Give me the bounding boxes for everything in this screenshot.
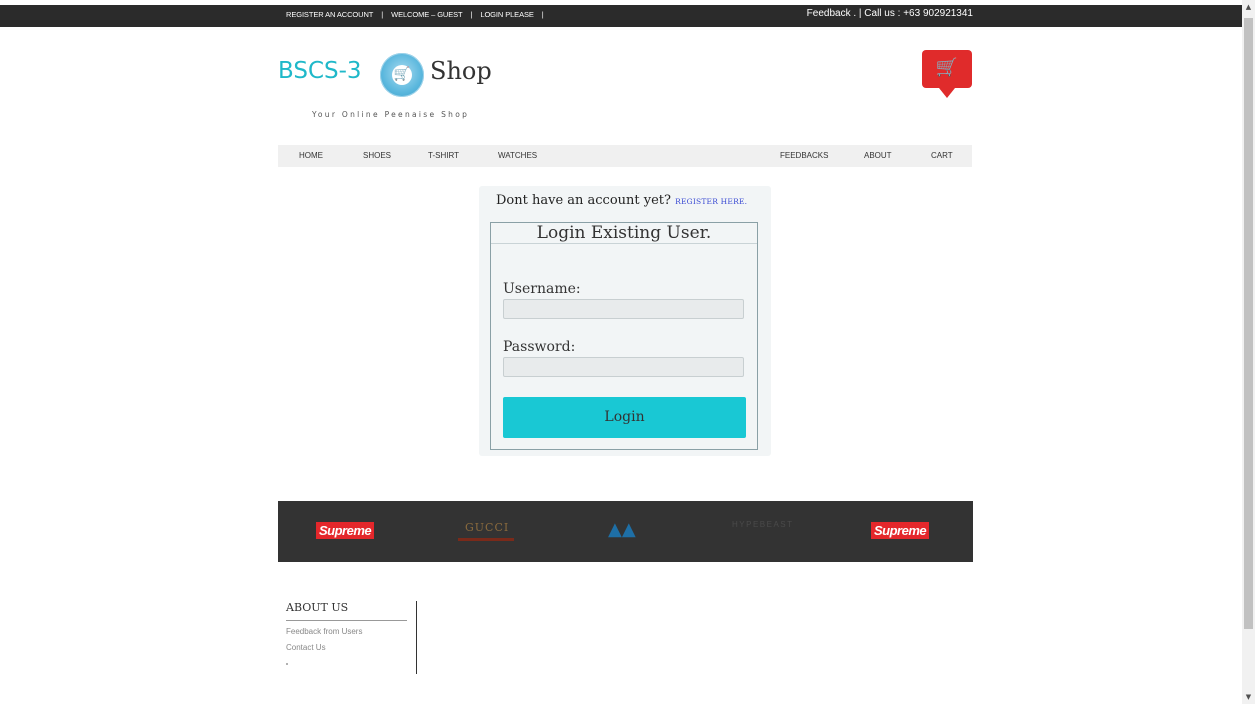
login-button[interactable]: Login	[503, 397, 746, 438]
separator: |	[381, 10, 384, 19]
bullet-dot	[286, 663, 288, 665]
cart-logo-icon: 🛒	[392, 65, 412, 85]
username-label: Username:	[503, 281, 581, 297]
logo-badge-icon[interactable]: 🛒	[380, 53, 424, 97]
gucci-logo[interactable]: GUCCI	[465, 521, 509, 534]
hypebeast-logo[interactable]: HYPEBEAST	[732, 520, 794, 529]
register-here-link[interactable]: REGISTER HERE.	[675, 197, 747, 206]
nav-watches[interactable]: WATCHES	[498, 145, 537, 167]
scroll-up-icon[interactable]: ▲	[1242, 0, 1255, 14]
nav-about[interactable]: ABOUT	[864, 145, 892, 167]
scroll-down-icon[interactable]: ▼	[1242, 690, 1255, 704]
username-input[interactable]	[503, 299, 744, 319]
supreme-logo[interactable]: Supreme	[316, 522, 375, 539]
about-us-heading: ABOUT US	[286, 601, 349, 614]
password-input[interactable]	[503, 357, 744, 377]
tagline: Your Online Peenaise Shop	[312, 110, 470, 119]
top-bar: REGISTER AN ACCOUNT | WELCOME – GUEST | …	[0, 5, 1242, 27]
divider	[286, 620, 407, 621]
nav-home[interactable]: HOME	[299, 145, 323, 167]
separator: |	[541, 10, 544, 19]
register-prompt: Dont have an account yet? REGISTER HERE.	[496, 193, 747, 208]
welcome-text: WELCOME – GUEST	[391, 10, 463, 19]
login-please-link[interactable]: LOGIN PLEASE	[480, 5, 534, 25]
brand-strip: Supreme GUCCI ▲▲ HYPEBEAST Supreme	[278, 501, 973, 562]
shopping-cart-icon: 🛒	[935, 57, 959, 78]
feedback-contact-text[interactable]: Feedback . | Call us : +63 902921341	[807, 5, 973, 27]
register-prompt-text: Dont have an account yet?	[496, 193, 676, 208]
logo-text-bscs[interactable]: BSCS-3	[278, 58, 362, 84]
nav-tshirt[interactable]: T-SHIRT	[428, 145, 459, 167]
about-us-section: ABOUT US Feedback from Users Contact Us	[286, 601, 417, 674]
nav-shoes[interactable]: SHOES	[363, 145, 391, 167]
cart-button[interactable]: 🛒	[922, 50, 972, 98]
vertical-scrollbar[interactable]: ▲ ▼	[1242, 0, 1255, 704]
adidas-logo-icon[interactable]: ▲▲	[608, 519, 636, 540]
gucci-stripe	[458, 538, 514, 541]
contact-us-link[interactable]: Contact Us	[286, 643, 326, 652]
separator: |	[470, 10, 473, 19]
login-title: Login Existing User.	[491, 223, 757, 244]
supreme-logo[interactable]: Supreme	[871, 522, 930, 539]
register-account-link[interactable]: REGISTER AN ACCOUNT	[286, 5, 373, 25]
logo-text-shop[interactable]: Shop	[430, 57, 492, 85]
scrollbar-thumb[interactable]	[1244, 18, 1253, 629]
main-nav: HOME SHOES T-SHIRT WATCHES FEEDBACKS ABO…	[278, 145, 972, 167]
top-bar-links: REGISTER AN ACCOUNT | WELCOME – GUEST | …	[286, 5, 550, 27]
password-label: Password:	[503, 339, 576, 355]
login-panel: Dont have an account yet? REGISTER HERE.…	[479, 186, 771, 456]
feedback-from-users-link[interactable]: Feedback from Users	[286, 627, 362, 636]
login-form: Login Existing User. Username: Password:…	[490, 222, 758, 450]
nav-feedbacks[interactable]: FEEDBACKS	[780, 145, 828, 167]
nav-cart[interactable]: CART	[931, 145, 953, 167]
